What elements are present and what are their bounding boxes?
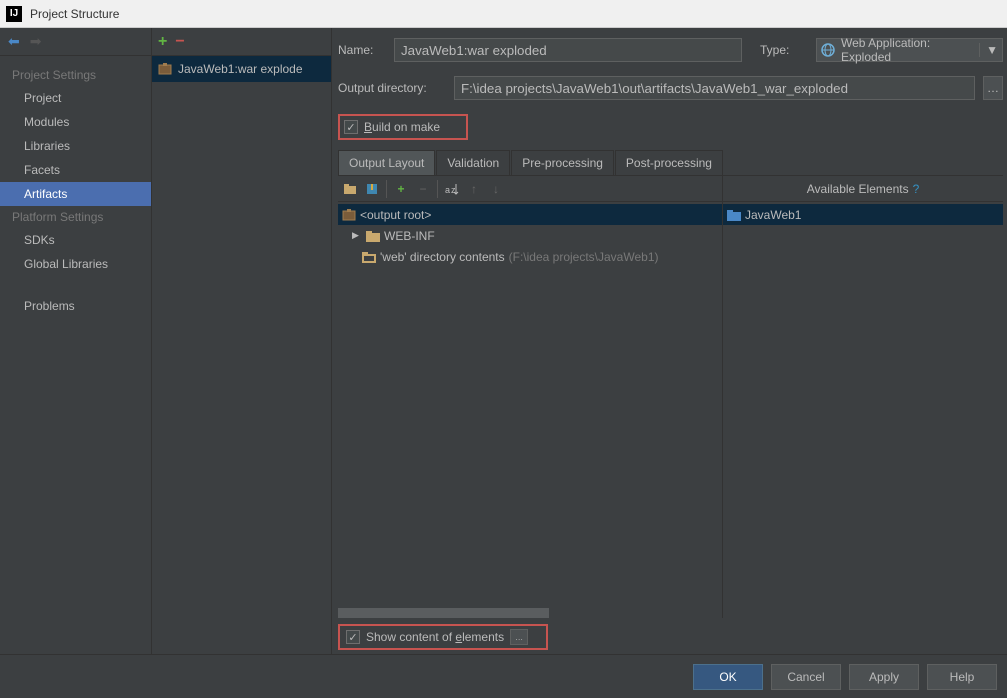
list-toolbar: + − <box>152 28 331 56</box>
artifact-list-item[interactable]: JavaWeb1:war explode <box>152 56 331 82</box>
name-label: Name: <box>338 43 386 57</box>
sort-icon[interactable]: az <box>444 181 460 197</box>
nav-arrows: ⬅ ➡ <box>0 28 151 56</box>
available-tree[interactable]: JavaWeb1 <box>723 202 1003 618</box>
available-module-row[interactable]: JavaWeb1 <box>723 204 1003 225</box>
toolbar-separator <box>386 180 387 198</box>
build-on-make-checkbox[interactable] <box>344 120 358 134</box>
remove-icon[interactable]: − <box>175 33 184 51</box>
show-content-label: Show content of elements <box>366 630 504 644</box>
name-row: Name: Type: Web Application: Exploded ▼ <box>338 38 1003 62</box>
webdir-label: 'web' directory contents <box>380 250 505 264</box>
available-module-label: JavaWeb1 <box>745 208 801 222</box>
sidebar: ⬅ ➡ Project Settings Project Modules Lib… <box>0 28 152 654</box>
output-layout-area: + − az ↑ ↓ <output root> ▶ WEB-INF <box>338 176 1003 618</box>
webdir-row[interactable]: 'web' directory contents (F:\idea projec… <box>338 246 722 267</box>
main-area: ⬅ ➡ Project Settings Project Modules Lib… <box>0 28 1007 654</box>
artifact-icon <box>158 62 172 76</box>
artifact-list-item-label: JavaWeb1:war explode <box>178 62 303 76</box>
sidebar-item-artifacts[interactable]: Artifacts <box>0 182 151 206</box>
type-select[interactable]: Web Application: Exploded ▼ <box>816 38 1003 62</box>
add-icon[interactable]: + <box>158 33 167 51</box>
expand-icon[interactable]: ▶ <box>352 230 362 241</box>
layout-toolbar: + − az ↑ ↓ <box>338 176 722 202</box>
sidebar-heading-platform-settings: Platform Settings <box>0 206 151 228</box>
tab-pre-processing[interactable]: Pre-processing <box>511 150 614 175</box>
layout-tree[interactable]: <output root> ▶ WEB-INF 'web' directory … <box>338 202 722 608</box>
move-up-icon[interactable]: ↑ <box>466 181 482 197</box>
build-on-make-label: Build on make <box>364 120 440 134</box>
detail-panel: Name: Type: Web Application: Exploded ▼ … <box>332 28 1007 654</box>
scrollbar-horizontal[interactable] <box>338 608 722 618</box>
titlebar: IJ Project Structure <box>0 0 1007 28</box>
browse-button[interactable]: … <box>983 76 1003 100</box>
show-content-browse-icon[interactable]: … <box>510 629 528 645</box>
button-bar: OK Cancel Apply Help <box>0 654 1007 698</box>
help-button[interactable]: Help <box>927 664 997 690</box>
sidebar-item-modules[interactable]: Modules <box>0 110 151 134</box>
apply-button[interactable]: Apply <box>849 664 919 690</box>
webinf-label: WEB-INF <box>384 229 435 243</box>
tab-post-processing[interactable]: Post-processing <box>615 150 723 175</box>
outdir-row: Output directory: … <box>338 76 1003 100</box>
sidebar-section-project: Project Settings Project Modules Librari… <box>0 56 151 318</box>
module-icon <box>727 209 741 221</box>
output-root-row[interactable]: <output root> <box>338 204 722 225</box>
folder-icon <box>366 230 380 242</box>
show-content-row[interactable]: Show content of elements … <box>338 624 548 650</box>
web-app-icon <box>821 43 835 57</box>
type-select-text: Web Application: Exploded <box>841 36 973 64</box>
scrollbar-thumb[interactable] <box>338 608 549 618</box>
sidebar-item-facets[interactable]: Facets <box>0 158 151 182</box>
toolbar-separator <box>437 180 438 198</box>
svg-text:a: a <box>445 185 450 195</box>
ok-button[interactable]: OK <box>693 664 763 690</box>
sidebar-item-problems[interactable]: Problems <box>0 294 151 318</box>
outdir-label: Output directory: <box>338 81 446 95</box>
window-title: Project Structure <box>30 7 119 21</box>
sidebar-item-sdks[interactable]: SDKs <box>0 228 151 252</box>
move-down-icon[interactable]: ↓ <box>488 181 504 197</box>
tabs: Output Layout Validation Pre-processing … <box>338 150 1003 176</box>
sidebar-heading-project-settings: Project Settings <box>0 64 151 86</box>
help-icon[interactable]: ? <box>913 182 920 196</box>
chevron-down-icon: ▼ <box>979 43 998 57</box>
outdir-input[interactable] <box>454 76 975 100</box>
forward-arrow-icon[interactable]: ➡ <box>30 33 42 50</box>
artifact-root-icon <box>342 208 356 222</box>
show-content-checkbox[interactable] <box>346 630 360 644</box>
app-icon: IJ <box>6 6 22 22</box>
sidebar-item-global-libraries[interactable]: Global Libraries <box>0 252 151 276</box>
new-folder-icon[interactable] <box>342 181 358 197</box>
sidebar-item-project[interactable]: Project <box>0 86 151 110</box>
back-arrow-icon[interactable]: ⬅ <box>8 33 20 50</box>
layout-left-panel: + − az ↑ ↓ <output root> ▶ WEB-INF <box>338 176 723 618</box>
add-copy-icon[interactable]: + <box>393 181 409 197</box>
output-root-label: <output root> <box>360 208 431 222</box>
remove-item-icon[interactable]: − <box>415 181 431 197</box>
cancel-button[interactable]: Cancel <box>771 664 841 690</box>
available-elements-label: Available Elements <box>807 182 909 196</box>
artifact-list-panel: + − JavaWeb1:war explode <box>152 28 332 654</box>
dir-contents-icon <box>362 251 376 263</box>
type-label: Type: <box>760 43 808 57</box>
webinf-row[interactable]: ▶ WEB-INF <box>338 225 722 246</box>
name-input[interactable] <box>394 38 742 62</box>
webdir-path: (F:\idea projects\JavaWeb1) <box>509 250 659 264</box>
available-elements-panel: Available Elements ? JavaWeb1 <box>723 176 1003 618</box>
build-on-make-row[interactable]: Build on make <box>338 114 468 140</box>
new-archive-icon[interactable] <box>364 181 380 197</box>
tab-validation[interactable]: Validation <box>436 150 510 175</box>
available-elements-header: Available Elements ? <box>723 176 1003 202</box>
sidebar-item-libraries[interactable]: Libraries <box>0 134 151 158</box>
tab-output-layout[interactable]: Output Layout <box>338 150 435 175</box>
